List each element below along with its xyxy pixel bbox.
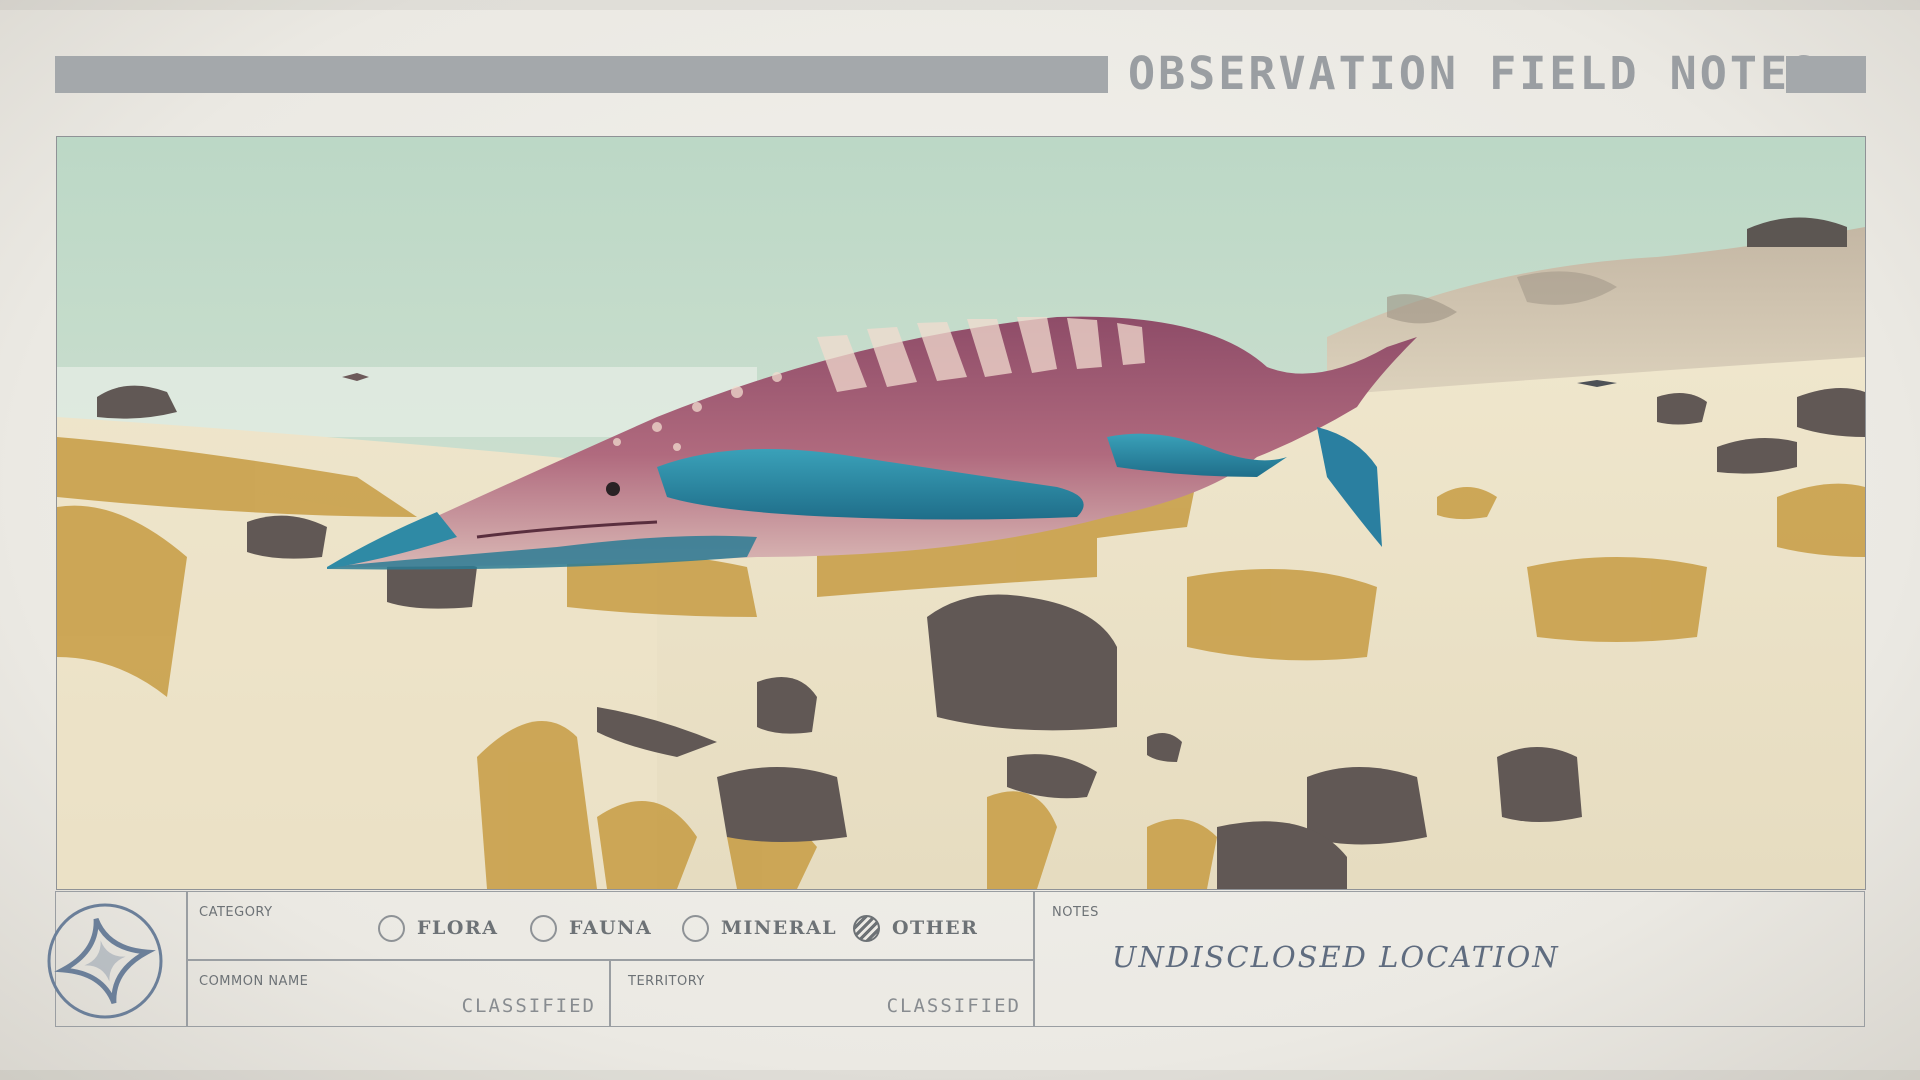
notes-value: UNDISCLOSED LOCATION bbox=[1112, 940, 1560, 974]
category-option-flora[interactable]: FLORA bbox=[378, 912, 498, 944]
territory-label: TERRITORY bbox=[628, 974, 705, 989]
category-option-other[interactable]: OTHER bbox=[853, 912, 978, 944]
page-title: OBSERVATION FIELD NOTES bbox=[1128, 47, 1821, 100]
category-label: CATEGORY bbox=[199, 905, 273, 920]
territory-value: CLASSIFIED bbox=[886, 995, 1021, 1017]
paper-edge-top bbox=[0, 0, 1920, 10]
divider bbox=[609, 959, 611, 1026]
category-option-fauna[interactable]: FAUNA bbox=[530, 912, 652, 944]
option-label: OTHER bbox=[892, 917, 979, 939]
field-notes-card: OBSERVATION FIELD NOTES CATEGORY FLORA F… bbox=[0, 0, 1920, 1080]
radio-button[interactable] bbox=[530, 914, 557, 942]
header-bar-left bbox=[55, 56, 1108, 93]
divider bbox=[1033, 892, 1035, 1026]
header-bar-right bbox=[1786, 56, 1866, 93]
common-name-value: CLASSIFIED bbox=[461, 995, 596, 1017]
notes-label: NOTES bbox=[1052, 905, 1099, 920]
radio-button-checked[interactable] bbox=[853, 914, 880, 942]
common-name-label: COMMON NAME bbox=[199, 974, 309, 989]
paper-edge-bottom bbox=[0, 1070, 1920, 1080]
observation-photo bbox=[56, 136, 1866, 890]
category-option-mineral[interactable]: MINERAL bbox=[682, 912, 837, 944]
option-label: FAUNA bbox=[569, 917, 653, 939]
radio-button[interactable] bbox=[378, 914, 405, 942]
option-label: FLORA bbox=[417, 917, 499, 939]
radio-button[interactable] bbox=[682, 914, 709, 942]
alien-whale-scene bbox=[57, 137, 1865, 889]
option-label: MINERAL bbox=[721, 917, 838, 939]
constellation-star-emblem-icon bbox=[47, 903, 163, 1019]
